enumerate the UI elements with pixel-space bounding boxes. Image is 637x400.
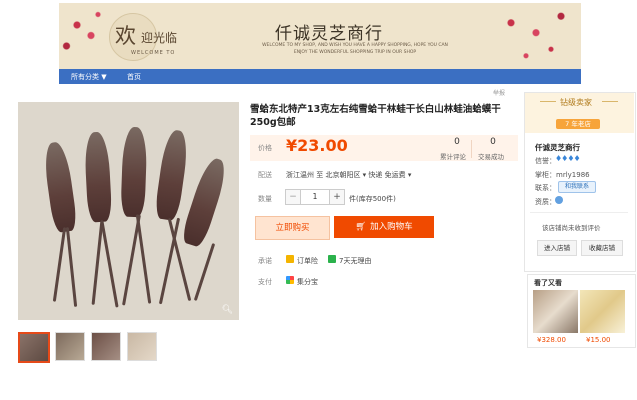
qualification-icon[interactable] xyxy=(555,196,563,204)
product-thumbnail[interactable] xyxy=(55,332,85,361)
favorite-shop-button[interactable]: 收藏店铺 xyxy=(581,240,623,256)
promise-label: 承诺 xyxy=(258,257,272,265)
shipping-label: 配送 xyxy=(258,171,272,179)
order-insurance-text[interactable]: 订单险 xyxy=(297,256,318,266)
product-price: ¥23.00 xyxy=(286,136,348,155)
payment-label: 支付 xyxy=(258,278,272,286)
also-viewed-title: 看了又看 xyxy=(534,279,562,287)
credit-label: 信誉： xyxy=(535,157,556,165)
zoom-icon[interactable]: 🔍︎ xyxy=(222,305,233,315)
seven-day-return-icon xyxy=(328,255,336,263)
quantity-decrement-button[interactable]: − xyxy=(285,189,301,205)
shopkeeper-label: 掌柜：mrly1986 xyxy=(535,171,590,179)
header-ornament-line xyxy=(602,101,618,102)
order-insurance-icon xyxy=(286,255,294,263)
credit-diamond-icons[interactable]: ♦♦♦♦ xyxy=(555,154,581,163)
trade-count-label[interactable]: 交易成功 xyxy=(478,151,504,161)
shipping-selector[interactable]: 浙江温州 至 北京朝阳区 ▾ 快递 免运费 ▾ xyxy=(286,170,411,180)
product-main-image[interactable]: 🔍︎ xyxy=(18,102,239,320)
stock-text: 件(库存500件) xyxy=(349,195,396,203)
plum-blossom-right-decoration xyxy=(481,3,581,69)
no-rating-text: 该店铺尚未收到评价 xyxy=(542,224,601,232)
shop-banner: 欢 迎光临 WELCOME TO 仟诚灵芝商行 WELCOME TO MY SH… xyxy=(59,3,581,70)
shop-age-badge: 7 年老店 xyxy=(556,119,600,129)
also-viewed-item-image[interactable] xyxy=(580,290,625,333)
add-to-cart-label: 加入购物车 xyxy=(370,222,413,232)
product-thumbnail[interactable] xyxy=(18,332,50,363)
sidebar-divider xyxy=(530,212,628,213)
add-to-cart-button[interactable]: 🛒︎ 加入购物车 xyxy=(334,216,434,238)
welcome-english: WELCOME TO xyxy=(131,50,176,56)
contact-me-button[interactable]: 和我联系 xyxy=(558,181,596,193)
seller-level-title: 钻级卖家 xyxy=(560,98,592,107)
product-thumbnail[interactable] xyxy=(127,332,157,361)
nav-all-categories[interactable]: 所有分类 ▼ xyxy=(71,72,107,82)
shop-nav-bar: 所有分类 ▼ 首页 xyxy=(59,69,581,84)
also-viewed-item-price[interactable]: ¥15.00 xyxy=(586,336,611,344)
trade-count[interactable]: 0 xyxy=(486,137,500,147)
banner-tagline: WELCOME TO MY SHOP, AND WISH YOU HAVE A … xyxy=(262,43,448,55)
quantity-increment-button[interactable]: + xyxy=(329,189,345,205)
qualification-label: 资质： xyxy=(535,198,556,206)
product-title: 雪蛤东北特产13克左右纯雪蛤干林蛙干长白山林蛙油蛤蟆干250g包邮 xyxy=(250,104,501,128)
buy-now-button[interactable]: 立即购买 xyxy=(255,216,330,240)
report-link[interactable]: 举报 xyxy=(493,88,505,97)
contact-label: 联系： xyxy=(535,184,556,192)
quantity-label: 数量 xyxy=(258,195,272,203)
review-count[interactable]: 0 xyxy=(450,137,464,147)
price-label: 价格 xyxy=(258,144,272,152)
welcome-big-char: 欢 xyxy=(115,24,136,48)
header-ornament-line xyxy=(540,101,556,102)
quantity-input[interactable]: 1 xyxy=(300,189,330,205)
also-viewed-item-image[interactable] xyxy=(533,290,578,333)
also-viewed-item-price[interactable]: ¥328.00 xyxy=(537,336,566,344)
shop-title: 仟诚灵芝商行 xyxy=(275,24,383,44)
seven-day-return-text[interactable]: 7天无理由 xyxy=(339,256,371,266)
stats-divider xyxy=(471,140,472,158)
review-count-label[interactable]: 累计评论 xyxy=(440,151,466,161)
nav-home[interactable]: 首页 xyxy=(127,72,141,82)
payment-method-text[interactable]: 集分宝 xyxy=(297,277,318,287)
product-thumbnail[interactable] xyxy=(91,332,121,361)
cart-icon: 🛒︎ xyxy=(355,222,367,232)
jifenbao-icon xyxy=(286,276,294,284)
enter-shop-button[interactable]: 进入店铺 xyxy=(537,240,577,256)
welcome-text: 迎光临 xyxy=(141,31,178,45)
seller-shop-name[interactable]: 仟诚灵芝商行 xyxy=(535,142,580,153)
